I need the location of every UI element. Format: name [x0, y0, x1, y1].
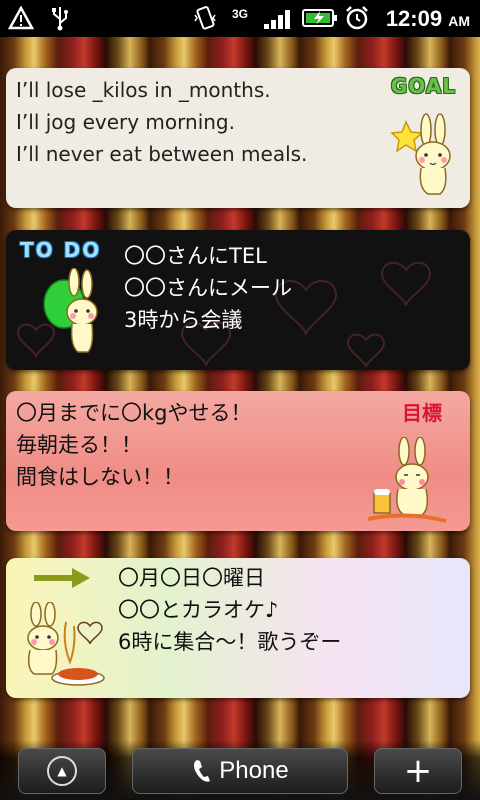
warning-icon: [8, 4, 34, 32]
arrow-right-icon: [34, 568, 90, 588]
usb-icon: [50, 4, 70, 32]
clock: 12:09 AM: [386, 0, 470, 37]
bunny-spaghetti-illustration: [27, 602, 105, 686]
add-to-home-button[interactable]: +: [374, 748, 462, 794]
mokuhyo-line: 間食はしない！！: [16, 465, 184, 489]
chevron-up-icon: ▲: [47, 756, 77, 786]
goal-line: I’ll lose _kilos in _months.: [16, 78, 271, 102]
todo-lines: 〇〇さんにTEL 〇〇さんにメール 3時から会議: [124, 240, 292, 336]
clock-ampm: AM: [448, 13, 470, 29]
mokuhyo-line: 〇月までに〇kgやせる！: [16, 401, 252, 425]
signal-icon: [262, 4, 296, 32]
goal-badge: GOAL: [390, 74, 456, 98]
vibrate-icon: [192, 4, 218, 32]
bunny-star-illustration: [390, 113, 451, 195]
mokuhyo-badge: 目標: [402, 401, 442, 425]
clock-time: 12:09: [385, 6, 443, 31]
goal-line: I’ll never eat between meals.: [16, 142, 308, 166]
mokuhyo-note-widget[interactable]: 〇月までに〇kgやせる！ 毎朝走る！！ 間食はしない！！ 目標: [6, 391, 470, 531]
mokuhyo-lines: 〇月までに〇kgやせる！ 毎朝走る！！ 間食はしない！！: [16, 397, 252, 493]
todo-line: 3時から会議: [124, 308, 243, 332]
goal-line: I’ll jog every morning.: [16, 110, 235, 134]
app-drawer-button[interactable]: ▲: [18, 748, 106, 794]
alarm-clock-icon: [344, 4, 370, 32]
karaoke-line: 〇〇とカラオケ♪: [118, 598, 279, 622]
karaoke-note-widget[interactable]: 〇月〇日〇曜日 〇〇とカラオケ♪ 6時に集合～！歌うぞー: [6, 558, 470, 698]
todo-line: 〇〇さんにTEL: [124, 244, 267, 268]
todo-note-widget[interactable]: TO DO 〇〇さんにTEL 〇〇さんにメール 3時から会議: [6, 230, 470, 370]
karaoke-line: 〇月〇日〇曜日: [118, 566, 265, 590]
bunny-beer-illustration: [368, 437, 447, 523]
phone-button[interactable]: Phone: [132, 748, 348, 794]
battery-charging-icon: [302, 4, 338, 32]
goal-lines: I’ll lose _kilos in _months. I’ll jog ev…: [16, 74, 307, 170]
bunny-leaf-illustration: [43, 268, 98, 353]
network-3g-label: 3G: [232, 7, 249, 21]
phone-handset-icon: [194, 760, 211, 782]
bottom-dock: ▲ Phone +: [0, 740, 480, 800]
plus-icon: +: [403, 751, 433, 791]
goal-note-widget[interactable]: I’ll lose _kilos in _months. I’ll jog ev…: [6, 68, 470, 208]
mokuhyo-line: 毎朝走る！！: [16, 433, 142, 457]
karaoke-lines: 〇月〇日〇曜日 〇〇とカラオケ♪ 6時に集合～！歌うぞー: [118, 562, 341, 658]
karaoke-line: 6時に集合～！歌うぞー: [118, 630, 342, 654]
todo-line: 〇〇さんにメール: [124, 276, 292, 300]
todo-badge: TO DO: [20, 238, 102, 262]
status-bar: 3G 12:09 AM: [0, 0, 480, 37]
phone-label: Phone: [219, 757, 289, 784]
